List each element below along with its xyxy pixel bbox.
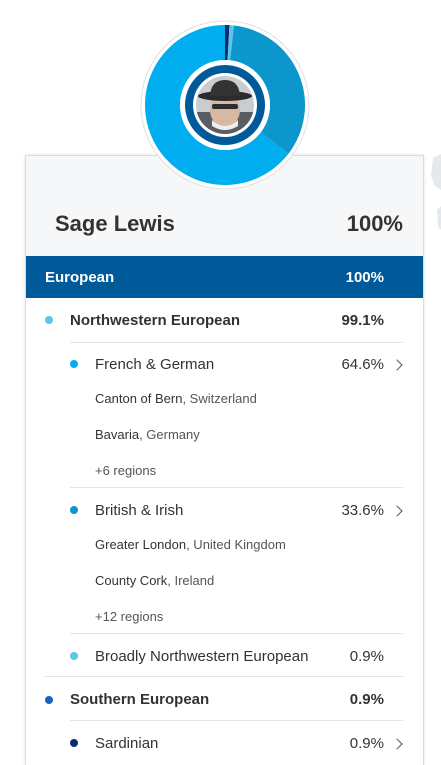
- group-percent: 0.9%: [349, 691, 384, 708]
- subregion-row-french-german[interactable]: French & German 64.6% Canton of Bern, Sw…: [26, 342, 423, 487]
- group-label: Northwestern European: [70, 312, 241, 329]
- subregion-label: Sardinian: [95, 735, 159, 752]
- subregion-dot: [70, 360, 78, 368]
- place-item: Bavaria, Germany: [95, 427, 200, 442]
- group-row-southern-european[interactable]: Southern European 0.9%: [26, 676, 423, 720]
- subregion-dot: [70, 652, 78, 660]
- subregion-percent: 33.6%: [341, 502, 384, 519]
- place-item: County Cork, Ireland: [95, 573, 215, 588]
- ethnicity-estimate-card: Sage Lewis 100% European 100% Northweste…: [25, 155, 424, 765]
- subregion-row-sardinian[interactable]: Sardinian 0.9%: [26, 720, 423, 764]
- chevron-right-icon[interactable]: [391, 359, 403, 371]
- subregion-label: British & Irish: [95, 502, 184, 519]
- subregion-percent: 0.9%: [349, 648, 384, 665]
- group-dot: [45, 696, 53, 704]
- subregion-row-broadly-northwestern: Broadly Northwestern European 0.9%: [26, 633, 423, 676]
- profile-name: Sage Lewis: [55, 211, 175, 236]
- subregion-label: French & German: [95, 356, 215, 373]
- group-percent: 99.1%: [341, 312, 384, 329]
- region-label: European: [45, 269, 115, 286]
- region-percent: 100%: [345, 269, 384, 286]
- subregion-percent: 0.9%: [349, 735, 384, 752]
- subregion-percent: 64.6%: [341, 356, 384, 373]
- chevron-right-icon[interactable]: [391, 738, 403, 750]
- group-dot: [45, 316, 53, 324]
- group-row-northwestern-european[interactable]: Northwestern European 99.1%: [26, 298, 423, 342]
- more-regions-link[interactable]: +6 regions: [95, 463, 156, 478]
- subregion-dot: [70, 506, 78, 514]
- profile-total-percent: 100%: [346, 211, 403, 236]
- ancestry-donut-chart: [140, 20, 310, 190]
- subregion-dot: [70, 739, 78, 747]
- group-label: Southern European: [70, 691, 210, 708]
- subregion-label: Broadly Northwestern European: [95, 648, 309, 665]
- avatar[interactable]: [193, 73, 257, 137]
- more-regions-link[interactable]: +12 regions: [95, 609, 163, 624]
- place-item: Canton of Bern, Switzerland: [95, 391, 257, 406]
- chevron-right-icon[interactable]: [391, 505, 403, 517]
- place-item: Greater London, United Kingdom: [95, 537, 286, 552]
- subregion-row-british-irish[interactable]: British & Irish 33.6% Greater London, Un…: [26, 487, 423, 633]
- region-european-header: European 100%: [26, 256, 423, 298]
